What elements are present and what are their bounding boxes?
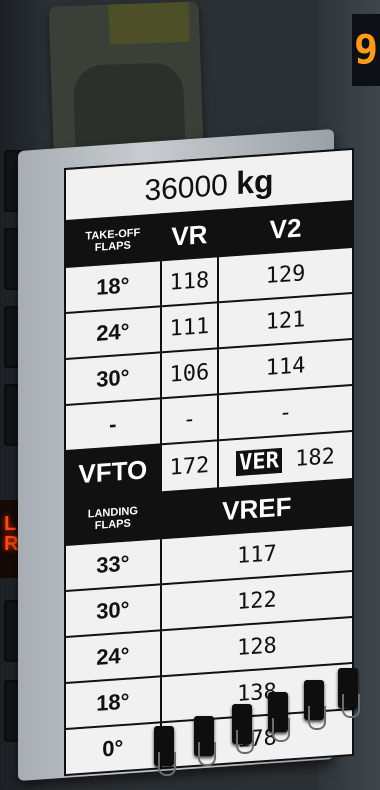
vr-value: 111 (160, 302, 219, 353)
vr-value: - (160, 394, 219, 445)
clip-tape (108, 1, 190, 45)
landing-flap: 33° (65, 538, 161, 592)
takeoff-flap: 30° (65, 352, 161, 406)
landing-flap: 0° (65, 722, 161, 776)
takeoff-flaps-header: TAKE-OFF FLAPS (65, 214, 161, 268)
vr-value: 118 (160, 256, 219, 307)
hook-icon (154, 726, 176, 776)
digit-display: 9 (352, 14, 380, 86)
card-hooks (150, 662, 370, 776)
hook-icon (268, 692, 290, 742)
weight-unit: kg (236, 161, 274, 201)
vr-value: 106 (160, 348, 219, 399)
landing-flap: 18° (65, 676, 161, 730)
hook-icon (194, 716, 216, 766)
ver-value: 182 (295, 443, 335, 472)
vfto-value: 172 (160, 440, 219, 493)
hook-icon (338, 668, 360, 718)
landing-flaps-header: LANDING FLAPS (65, 492, 161, 546)
hook-icon (232, 704, 254, 754)
takeoff-flap: 18° (65, 260, 161, 314)
ver-label: VER (236, 447, 282, 476)
weight-value: 36000 (144, 168, 228, 208)
vfto-label: VFTO (65, 444, 161, 500)
speed-card: 36000 kg TAKE-OFF FLAPS VR V2 18° 118 12… (64, 147, 354, 776)
landing-flap: 24° (65, 630, 161, 684)
vr-header: VR (160, 210, 219, 261)
landing-flap: 30° (65, 584, 161, 638)
hook-icon (304, 680, 326, 730)
takeoff-flap: - (65, 398, 161, 452)
takeoff-flap: 24° (65, 306, 161, 360)
